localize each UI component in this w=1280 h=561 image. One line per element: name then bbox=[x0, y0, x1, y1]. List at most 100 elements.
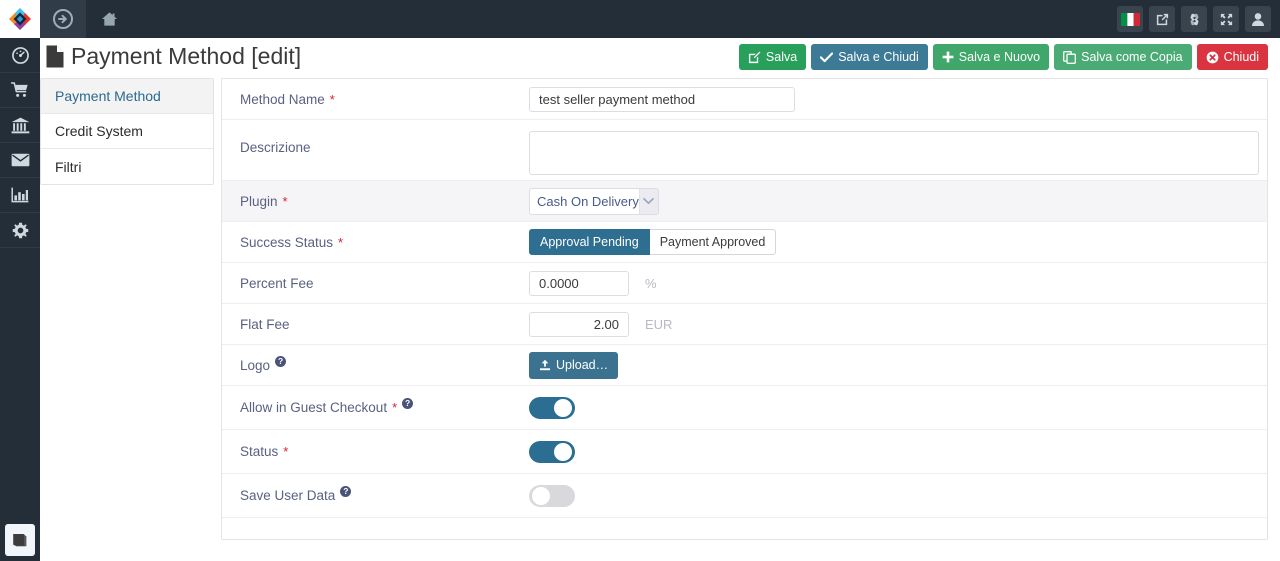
language-flag-italy-icon[interactable] bbox=[1117, 6, 1143, 32]
form-row-method-name: Method Name * bbox=[222, 79, 1267, 120]
user-icon[interactable] bbox=[1245, 6, 1271, 32]
form-row-success-status: Success Status * Approval Pending Paymen… bbox=[222, 222, 1267, 263]
sidebar-item-orders[interactable] bbox=[0, 108, 40, 143]
logo-upload-button-label: Upload… bbox=[556, 358, 609, 372]
flat-fee-unit: EUR bbox=[645, 316, 673, 332]
form-row-status: Status * bbox=[222, 430, 1267, 474]
percent-fee-input[interactable] bbox=[529, 270, 629, 296]
save-user-data-label: Save User Data ? bbox=[240, 486, 529, 503]
descrizione-label-text: Descrizione bbox=[240, 140, 311, 155]
close-button-label: Chiudi bbox=[1223, 49, 1259, 64]
success-status-label: Success Status * bbox=[240, 235, 529, 250]
documentation-button[interactable] bbox=[5, 524, 35, 556]
left-icon-rail bbox=[0, 38, 40, 561]
save-user-data-label-text: Save User Data bbox=[240, 488, 336, 503]
close-button[interactable]: Chiudi bbox=[1196, 44, 1268, 70]
logo-label-text: Logo bbox=[240, 357, 271, 373]
method-name-label: Method Name * bbox=[240, 92, 529, 107]
top-bar bbox=[0, 0, 1280, 38]
sidebar-item-products[interactable] bbox=[0, 73, 40, 108]
success-status-option-approval-pending[interactable]: Approval Pending bbox=[529, 229, 650, 255]
method-name-input[interactable] bbox=[529, 86, 795, 112]
plugin-label: Plugin * bbox=[240, 194, 529, 209]
payment-method-form-panel: Method Name * Descrizione Plugin * Cash … bbox=[221, 78, 1268, 540]
method-name-label-text: Method Name bbox=[240, 91, 325, 107]
shopping-cart-icon bbox=[11, 82, 28, 97]
submenu-item-label: Credit System bbox=[55, 123, 143, 139]
toggle-knob bbox=[554, 398, 572, 417]
save-button-label: Salva bbox=[765, 49, 798, 64]
submenu-item-filtri[interactable]: Filtri bbox=[41, 149, 213, 184]
expand-arrows-icon[interactable] bbox=[1213, 6, 1239, 32]
sidebar-item-configuration[interactable] bbox=[0, 213, 40, 248]
form-row-allow-guest-checkout: Allow in Guest Checkout * ? bbox=[222, 386, 1267, 430]
toggle-knob bbox=[554, 442, 572, 461]
required-asterisk: * bbox=[283, 444, 289, 459]
sidebar-item-statistics[interactable] bbox=[0, 178, 40, 213]
book-icon bbox=[13, 534, 27, 547]
status-label: Status * bbox=[240, 444, 529, 459]
required-asterisk: * bbox=[282, 193, 288, 209]
chevron-down-icon[interactable] bbox=[638, 188, 658, 214]
gear-icon bbox=[12, 222, 28, 238]
save-as-copy-button[interactable]: Salva come Copia bbox=[1054, 44, 1192, 70]
plus-icon bbox=[942, 51, 954, 63]
external-link-icon[interactable] bbox=[1149, 6, 1175, 32]
submenu-item-payment-method[interactable]: Payment Method bbox=[41, 79, 213, 114]
descrizione-textarea[interactable] bbox=[529, 131, 1259, 175]
allow-guest-checkout-label: Allow in Guest Checkout * ? bbox=[240, 398, 529, 415]
dashboard-icon bbox=[11, 46, 29, 64]
bar-chart-icon bbox=[11, 187, 29, 203]
flat-fee-input[interactable] bbox=[529, 311, 629, 337]
sidebar-item-dashboard[interactable] bbox=[0, 38, 40, 73]
logo-upload-button[interactable]: Upload… bbox=[529, 351, 619, 379]
allow-guest-checkout-label-text: Allow in Guest Checkout bbox=[240, 400, 388, 415]
save-and-new-button-label: Salva e Nuovo bbox=[958, 49, 1041, 64]
success-status-button-group: Approval Pending Payment Approved bbox=[529, 229, 777, 255]
flat-fee-label-text: Flat Fee bbox=[240, 316, 290, 332]
help-icon[interactable]: ? bbox=[275, 355, 287, 367]
allow-guest-checkout-toggle[interactable] bbox=[529, 396, 575, 419]
submenu-item-label: Payment Method bbox=[55, 88, 161, 104]
hikashop-diamond-logo-icon[interactable] bbox=[0, 0, 40, 38]
form-row-descrizione: Descrizione bbox=[222, 120, 1267, 181]
percent-fee-label-text: Percent Fee bbox=[240, 275, 314, 291]
help-icon[interactable]: ? bbox=[340, 486, 352, 497]
save-and-close-button[interactable]: Salva e Chiudi bbox=[811, 44, 928, 70]
arrow-circle-right-icon[interactable] bbox=[40, 0, 86, 38]
form-row-flat-fee: Flat Fee EUR bbox=[222, 304, 1267, 345]
home-icon[interactable] bbox=[86, 0, 132, 38]
status-toggle[interactable] bbox=[529, 440, 575, 463]
save-and-new-button[interactable]: Salva e Nuovo bbox=[932, 44, 1050, 70]
page-title: Payment Method [edit] bbox=[46, 43, 301, 70]
envelope-icon bbox=[11, 153, 29, 167]
check-icon bbox=[820, 51, 834, 63]
save-user-data-toggle[interactable] bbox=[529, 484, 575, 507]
save-as-copy-button-label: Salva come Copia bbox=[1081, 49, 1183, 64]
plugin-select[interactable]: Cash On Delivery bbox=[529, 187, 659, 215]
help-icon[interactable]: ? bbox=[402, 398, 414, 409]
copy-icon bbox=[1063, 50, 1077, 64]
joomla-logo-icon[interactable] bbox=[1181, 6, 1207, 32]
logo-label: Logo ? bbox=[240, 355, 529, 373]
submenu-item-label: Filtri bbox=[55, 158, 82, 175]
descrizione-label: Descrizione bbox=[240, 131, 529, 155]
plugin-label-text: Plugin bbox=[240, 193, 278, 209]
save-button[interactable]: Salva bbox=[738, 44, 807, 70]
form-row-save-user-data: Save User Data ? bbox=[222, 474, 1267, 518]
success-status-label-text: Success Status bbox=[240, 234, 334, 250]
success-status-option-payment-approved[interactable]: Payment Approved bbox=[649, 229, 777, 255]
sidebar-item-messages[interactable] bbox=[0, 143, 40, 178]
bank-icon bbox=[11, 117, 29, 133]
option-label: Approval Pending bbox=[540, 235, 639, 249]
save-and-close-button-label: Salva e Chiudi bbox=[838, 49, 919, 64]
pencil-square-icon bbox=[748, 51, 761, 64]
form-row-plugin: Plugin * Cash On Delivery bbox=[222, 181, 1267, 222]
page-header: Payment Method [edit] Salva Salva e Chiu… bbox=[40, 38, 1280, 76]
percent-fee-label: Percent Fee bbox=[240, 276, 529, 291]
submenu-item-credit-system[interactable]: Credit System bbox=[41, 114, 213, 149]
submenu: Payment Method Credit System Filtri bbox=[40, 78, 214, 185]
upload-icon bbox=[539, 359, 551, 371]
form-row-percent-fee: Percent Fee % bbox=[222, 263, 1267, 304]
option-label: Payment Approved bbox=[659, 235, 766, 249]
